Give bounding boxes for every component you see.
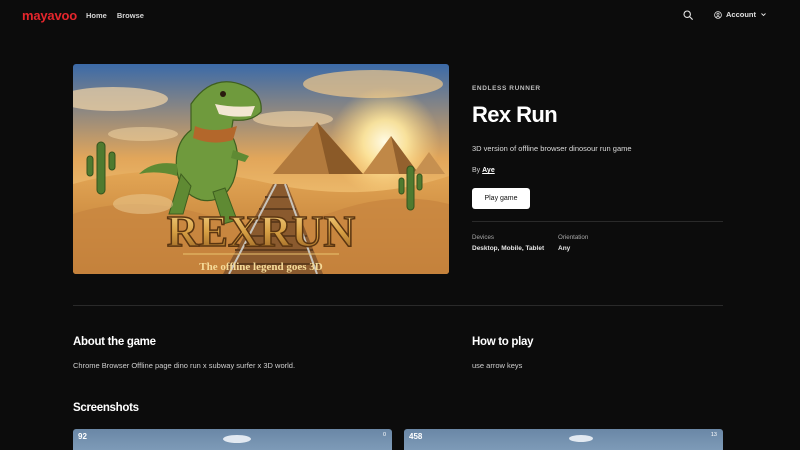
user-circle-icon bbox=[714, 10, 722, 19]
cover-tagline: The offline legend goes 3D bbox=[199, 261, 322, 273]
howto-text: use arrow keys bbox=[472, 361, 523, 370]
main-nav: Home Browse bbox=[86, 11, 144, 20]
orientation-label: Orientation bbox=[558, 234, 589, 241]
screenshot-score: 92 bbox=[78, 432, 87, 441]
account-menu-button[interactable]: Account bbox=[714, 10, 767, 19]
screenshot-thumbnail[interactable]: 458 13 bbox=[404, 429, 723, 450]
about-text: Chrome Browser Offline page dino run x s… bbox=[73, 361, 296, 370]
devices-value: Desktop, Mobile, Tablet bbox=[472, 245, 545, 252]
game-title: Rex Run bbox=[472, 102, 558, 127]
screenshot-thumbnail[interactable]: 92 0 bbox=[73, 429, 392, 450]
account-label: Account bbox=[726, 10, 756, 19]
nav-home[interactable]: Home bbox=[86, 11, 107, 20]
howto-heading: How to play bbox=[472, 336, 534, 348]
devices-label: Devices bbox=[472, 234, 495, 241]
author-line: By Aye bbox=[472, 167, 495, 174]
section-divider bbox=[73, 305, 723, 306]
cover-art: REXRUN The offline legend goes 3D bbox=[73, 64, 449, 274]
chevron-down-icon bbox=[761, 13, 766, 17]
screenshots-heading: Screenshots bbox=[73, 402, 139, 414]
search-icon[interactable] bbox=[683, 10, 693, 20]
screenshot-hud: 0 bbox=[382, 432, 386, 438]
author-link[interactable]: Aye bbox=[482, 167, 495, 174]
nav-browse[interactable]: Browse bbox=[117, 11, 144, 20]
screenshot-hud: 13 bbox=[710, 432, 717, 438]
about-heading: About the game bbox=[73, 336, 156, 348]
genre-label: ENDLESS RUNNER bbox=[472, 85, 541, 92]
play-game-button[interactable]: Play game bbox=[472, 188, 530, 209]
orientation-value: Any bbox=[558, 245, 571, 252]
info-divider bbox=[472, 221, 723, 222]
cover-logo-text: REXRUN bbox=[167, 207, 355, 256]
author-prefix: By bbox=[472, 167, 481, 174]
game-cover-image: REXRUN The offline legend goes 3D bbox=[73, 64, 449, 274]
screenshot-score: 458 bbox=[409, 432, 423, 441]
game-description: 3D version of offline browser dinosour r… bbox=[472, 144, 632, 153]
site-logo[interactable]: mayavoo bbox=[22, 8, 77, 23]
top-nav-bar: mayavoo Home Browse Account bbox=[0, 0, 800, 30]
cloud bbox=[223, 435, 251, 443]
cloud bbox=[569, 435, 593, 442]
